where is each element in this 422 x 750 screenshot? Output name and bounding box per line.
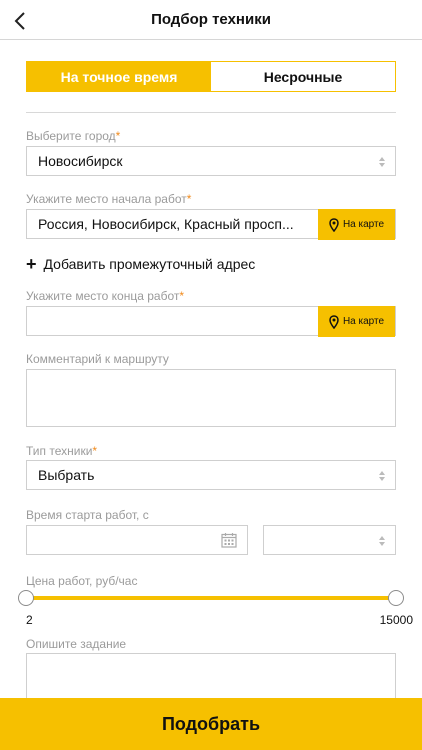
- divider: [26, 112, 396, 113]
- select-arrows-icon: [379, 536, 385, 546]
- mode-tabs: На точное время Несрочные: [26, 61, 396, 92]
- page-title: Подбор техники: [151, 11, 271, 28]
- equipment-select[interactable]: Выбрать: [26, 460, 396, 490]
- end-address-input[interactable]: На карте: [26, 306, 396, 337]
- city-select[interactable]: Новосибирск: [26, 146, 396, 176]
- map-pin-icon: [329, 314, 339, 329]
- start-map-label: На карте: [342, 219, 385, 230]
- equipment-label: Тип техники*: [26, 444, 98, 458]
- tab-exact-time[interactable]: На точное время: [27, 62, 211, 91]
- start-date-input[interactable]: [26, 525, 248, 555]
- start-address-value: Россия, Новосибирск, Красный просп...: [38, 216, 294, 232]
- price-label: Цена работ, руб/час: [26, 574, 138, 588]
- slider-min-handle[interactable]: [18, 590, 34, 606]
- start-map-button[interactable]: На карте: [318, 209, 395, 240]
- slider-max-handle[interactable]: [388, 590, 404, 606]
- header: Подбор техники: [0, 0, 422, 40]
- price-min-value: 2: [26, 613, 33, 627]
- tab-non-urgent[interactable]: Несрочные: [211, 62, 395, 91]
- end-address-label: Укажите место конца работ*: [26, 289, 185, 303]
- map-pin-icon: [329, 217, 339, 232]
- submit-button[interactable]: Подобрать: [0, 698, 422, 750]
- price-max-value: 15000: [379, 613, 413, 627]
- price-range-slider[interactable]: [18, 590, 404, 606]
- add-intermediate-label: Добавить промежуточный адрес: [43, 256, 256, 272]
- start-address-label: Укажите место начала работ*: [26, 192, 192, 206]
- select-arrows-icon: [379, 471, 385, 481]
- start-address-input[interactable]: Россия, Новосибирск, Красный просп... На…: [26, 209, 396, 240]
- slider-track: [26, 596, 396, 600]
- city-value: Новосибирск: [38, 153, 123, 169]
- comment-label: Комментарий к маршруту: [26, 352, 169, 366]
- task-label: Опишите задание: [26, 637, 127, 651]
- end-map-button[interactable]: На карте: [318, 306, 395, 337]
- start-time-label: Время старта работ, с: [26, 508, 149, 522]
- select-arrows-icon: [379, 157, 385, 167]
- plus-icon: +: [26, 254, 37, 274]
- equipment-value: Выбрать: [38, 467, 95, 483]
- add-intermediate-address-button[interactable]: + Добавить промежуточный адрес: [26, 255, 255, 273]
- end-map-label: На карте: [342, 316, 385, 327]
- start-time-select[interactable]: [263, 525, 396, 555]
- calendar-icon: [221, 533, 237, 548]
- city-label: Выберите город*: [26, 129, 121, 143]
- comment-textarea[interactable]: [26, 369, 396, 427]
